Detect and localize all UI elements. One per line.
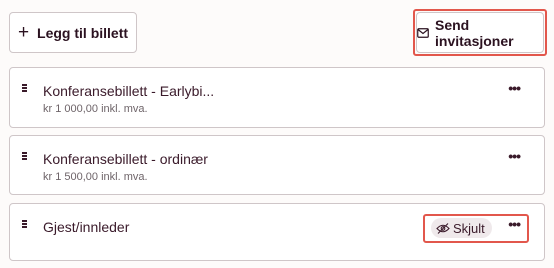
envelope-icon: [417, 27, 429, 38]
ticket-card-earlybird[interactable]: Konferansebillett - Earlybi... kr 1 000,…: [9, 67, 545, 128]
ticket-card-guest[interactable]: Gjest/innleder Skjult •••: [9, 203, 545, 261]
plus-icon: +: [17, 22, 30, 43]
ticket-title: Konferansebillett - Earlybi...: [43, 83, 215, 99]
eye-off-icon: [436, 222, 450, 234]
drag-handle-icon[interactable]: [22, 84, 27, 92]
send-invitations-button[interactable]: Send invitasjoner: [416, 12, 544, 53]
ticket-title: Konferansebillett - ordinær: [43, 151, 208, 167]
ticket-price: kr 1 000,00 inkl. mva.: [43, 103, 148, 115]
drag-handle-icon[interactable]: [22, 152, 27, 160]
more-horizontal-icon[interactable]: •••: [508, 217, 521, 231]
add-ticket-label: Legg til billett: [37, 24, 129, 41]
status-badge-hidden: Skjult: [431, 218, 492, 238]
status-badge-label: Skjult: [453, 220, 485, 236]
more-horizontal-icon[interactable]: •••: [508, 149, 521, 163]
ticket-title: Gjest/innleder: [43, 219, 130, 235]
send-invitations-label: Send invitasjoner: [435, 16, 514, 49]
ticket-card-ordinary[interactable]: Konferansebillett - ordinær kr 1 500,00 …: [9, 135, 545, 195]
more-horizontal-icon[interactable]: •••: [508, 81, 521, 95]
ticket-price: kr 1 500,00 inkl. mva.: [43, 171, 148, 183]
drag-handle-icon[interactable]: [22, 220, 27, 228]
add-ticket-button[interactable]: + Legg til billett: [9, 12, 137, 53]
